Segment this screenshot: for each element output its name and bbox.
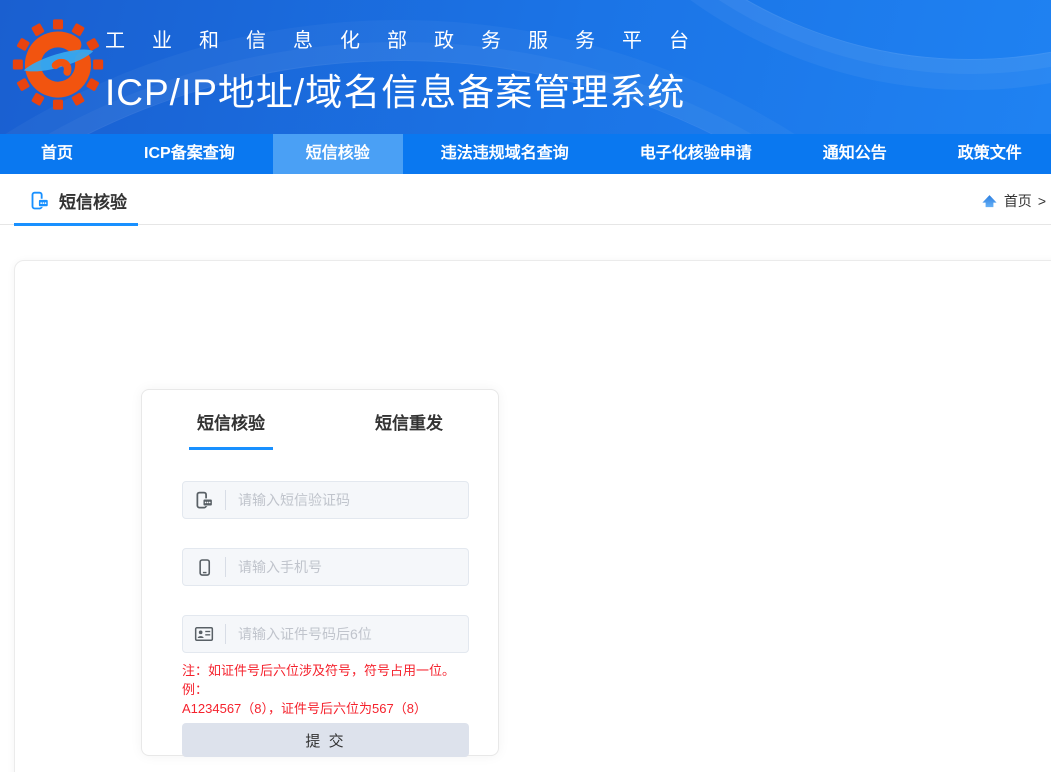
note-line-2: A1234567（8），证件号后六位为567（8） [182, 699, 472, 718]
id-last6-input[interactable] [226, 616, 468, 652]
tab-sms-verify[interactable]: 短信核验 [142, 390, 320, 452]
breadcrumb-bar: 短信核验 首页 > [0, 174, 1051, 225]
section-title: 短信核验 [59, 188, 127, 213]
breadcrumb-separator: > [1038, 193, 1046, 209]
content-panel: 短信核验 短信重发 [14, 260, 1051, 772]
card-tabs: 短信核验 短信重发 [142, 390, 498, 452]
nav-item-home[interactable]: 首页 [8, 134, 106, 174]
mobile-phone-icon [183, 558, 225, 577]
id-card-icon [183, 624, 225, 644]
nav-item-policy-docs[interactable]: 政策文件 [925, 134, 1051, 174]
sms-message-icon [30, 191, 50, 211]
nav-item-notices[interactable]: 通知公告 [790, 134, 920, 174]
sms-code-field-row [182, 481, 469, 519]
nav-item-illegal-domain-query[interactable]: 违法违规域名查询 [408, 134, 602, 174]
app-title: ICP/IP地址/域名信息备案管理系统 [105, 62, 716, 116]
submit-button[interactable]: 提 交 [182, 723, 469, 757]
section-active-underline [14, 223, 138, 226]
sms-verify-card: 短信核验 短信重发 [141, 389, 499, 756]
sms-message-icon [183, 491, 225, 510]
breadcrumb: 首页 > [981, 191, 1046, 211]
tab-sms-resend[interactable]: 短信重发 [320, 390, 498, 452]
platform-subtitle: 工业和信息化部政务服务平台 [105, 24, 716, 53]
sms-code-input[interactable] [226, 482, 468, 518]
id-last6-field-row [182, 615, 469, 653]
main-nav: 首页 ICP备案查询 短信核验 违法违规域名查询 电子化核验申请 通知公告 政策… [0, 134, 1051, 174]
phone-number-input[interactable] [226, 549, 468, 585]
app-header: 工业和信息化部政务服务平台 ICP/IP地址/域名信息备案管理系统 [0, 0, 1051, 134]
nav-item-electronic-verify[interactable]: 电子化核验申请 [607, 134, 785, 174]
phone-field-row [182, 548, 469, 586]
note-line-1: 注：如证件号后六位涉及符号，符号占用一位。例： [182, 661, 472, 699]
home-icon [981, 193, 998, 210]
id-symbol-note: 注：如证件号后六位涉及符号，符号占用一位。例： A1234567（8），证件号后… [182, 661, 472, 718]
breadcrumb-home-link[interactable]: 首页 [1004, 191, 1032, 211]
form-fields [182, 481, 469, 653]
section-header: 短信核验 [30, 188, 127, 213]
nav-item-icp-query[interactable]: ICP备案查询 [111, 134, 268, 174]
nav-item-sms-verify[interactable]: 短信核验 [273, 134, 403, 174]
miit-gear-e-logo-icon [12, 12, 104, 122]
